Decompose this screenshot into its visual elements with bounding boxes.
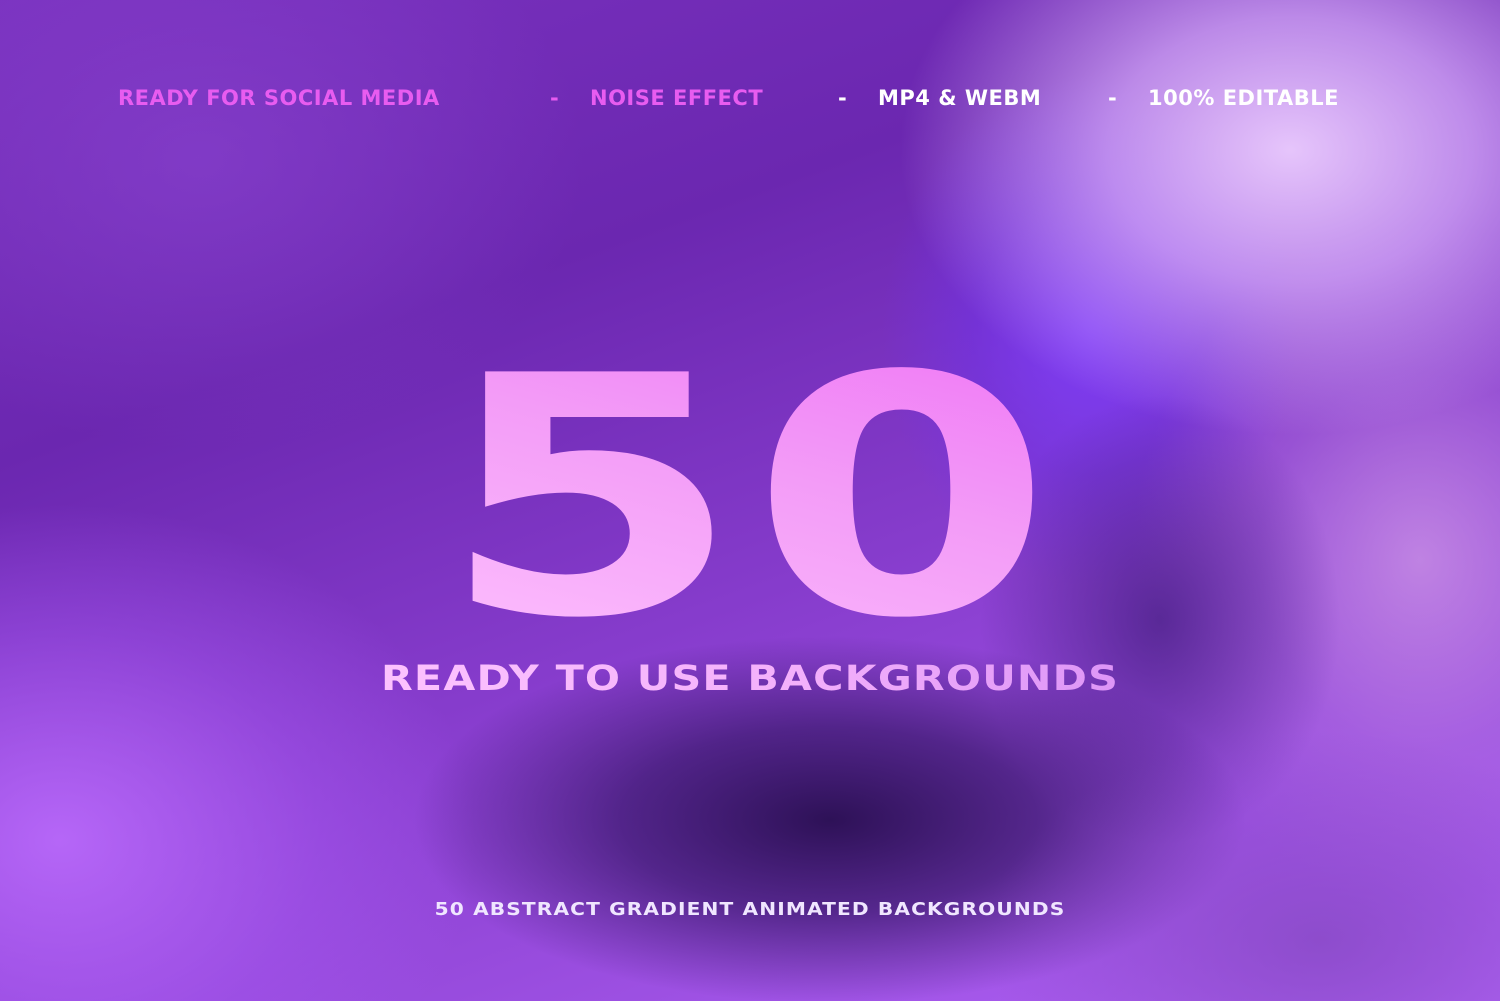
feature-separator: - [1108,86,1118,110]
feature-item-social-media: READY FOR SOCIAL MEDIA [118,86,440,110]
feature-item-formats: MP4 & WEBM [878,86,1042,110]
feature-item-noise-effect: NOISE EFFECT [590,86,764,110]
feature-separator: - [550,86,560,110]
feature-item-editable: 100% EDITABLE [1148,86,1339,110]
feature-list: READY FOR SOCIAL MEDIA - NOISE EFFECT - … [118,84,1388,114]
promo-canvas: READY FOR SOCIAL MEDIA - NOISE EFFECT - … [0,0,1500,1001]
footer-caption: 50 ABSTRACT GRADIENT ANIMATED BACKGROUND… [434,899,1066,920]
feature-separator: - [838,86,848,110]
hero-number: 50 [235,333,1265,663]
hero-subtitle: READY TO USE BACKGROUNDS [266,656,1234,702]
